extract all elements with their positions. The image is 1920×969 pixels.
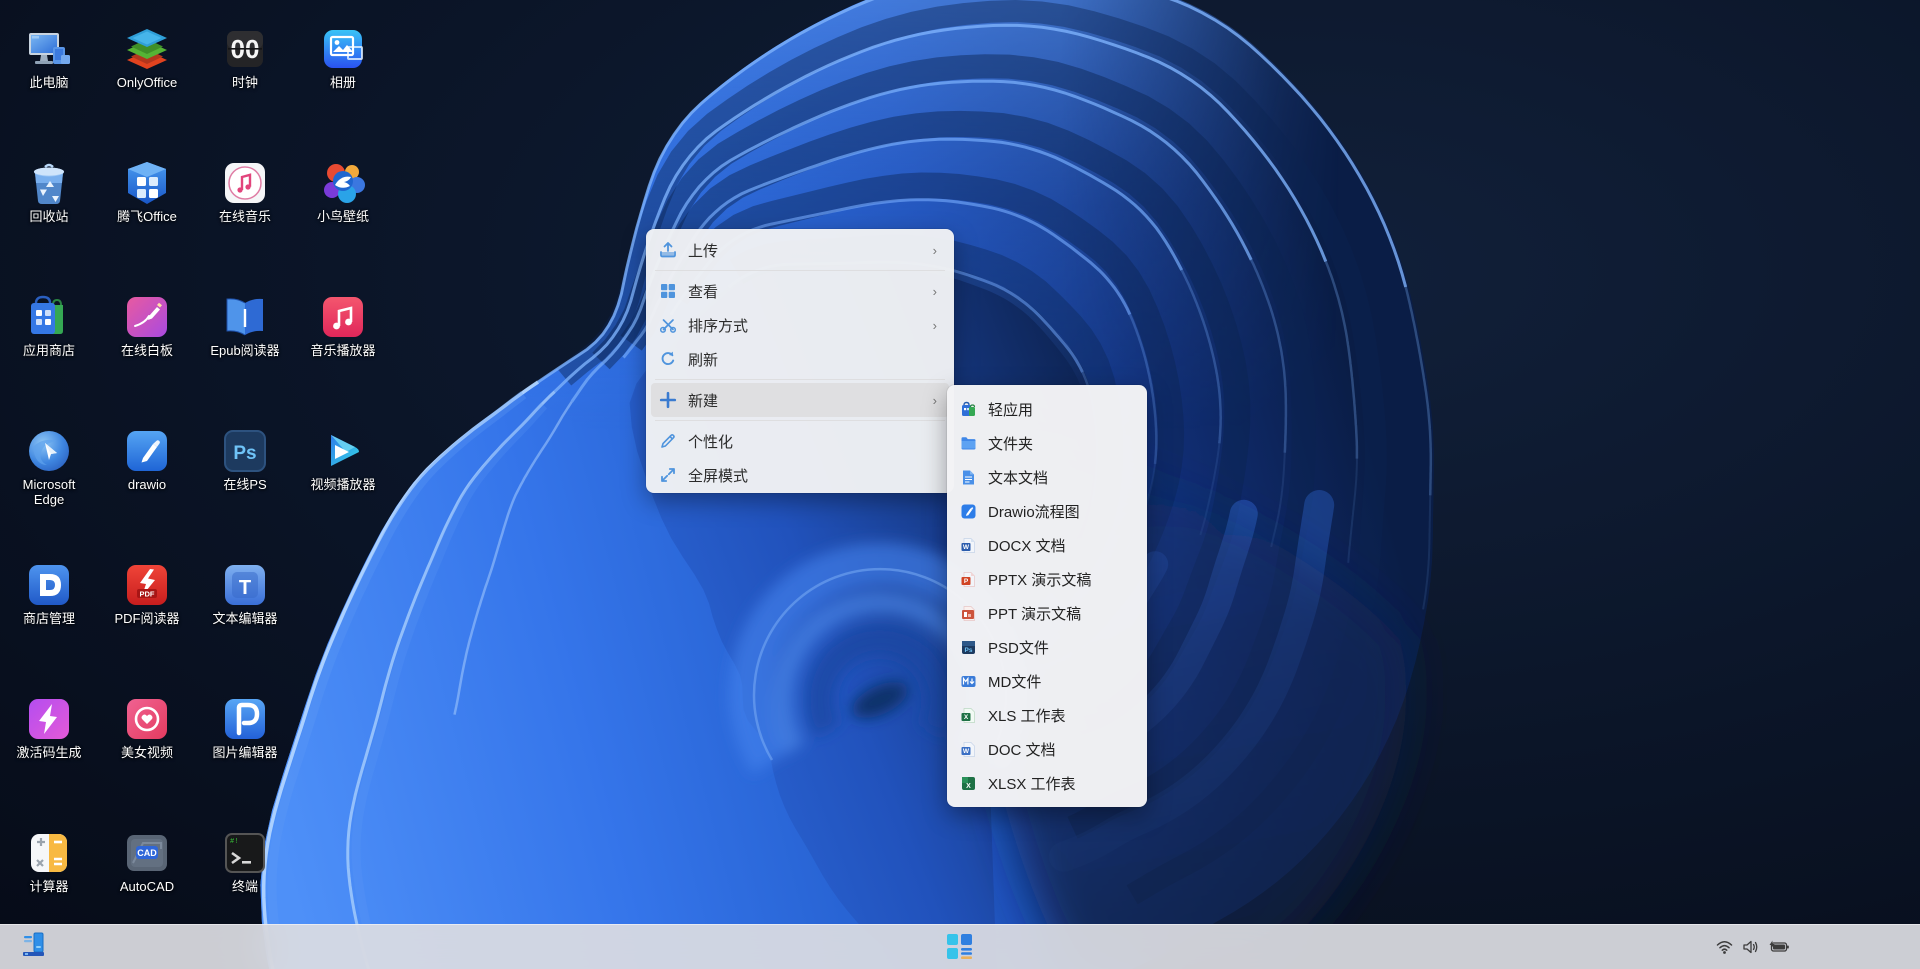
svg-text:Ps: Ps bbox=[965, 647, 973, 654]
svg-text:W: W bbox=[963, 748, 970, 755]
svg-text:W: W bbox=[963, 544, 970, 551]
svg-text:CAD: CAD bbox=[137, 848, 157, 858]
svg-text:X: X bbox=[966, 783, 971, 790]
svg-text:PDF: PDF bbox=[140, 589, 155, 598]
svg-text:#!: #! bbox=[230, 838, 238, 846]
svg-text:T: T bbox=[239, 577, 251, 599]
svg-text:P: P bbox=[964, 578, 969, 585]
svg-text:X: X bbox=[964, 714, 969, 721]
svg-text:Ps: Ps bbox=[233, 443, 256, 464]
